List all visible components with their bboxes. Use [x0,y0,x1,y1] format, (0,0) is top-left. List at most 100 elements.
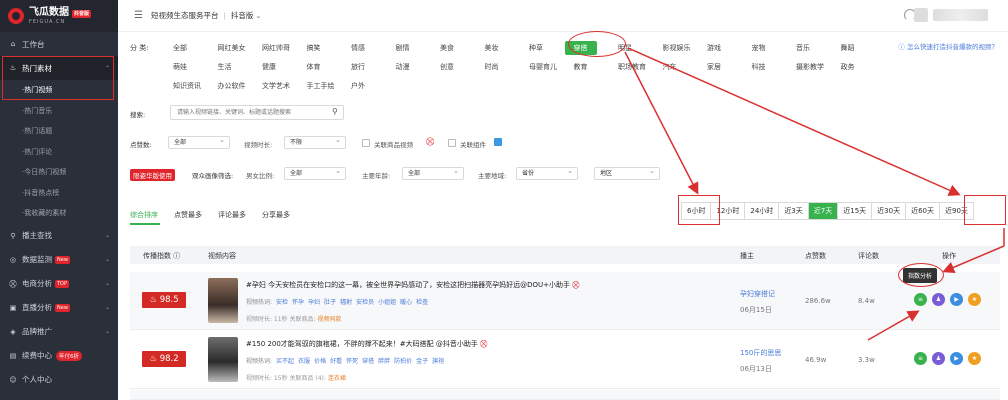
help-link[interactable]: ⓘ 怎么快速打造抖音爆款的视频？ [898,41,998,51]
sidebar-item-ecommerce[interactable]: ⛒ 电商分析 TOP ⌄ [0,272,118,296]
video-tag[interactable]: 检查 [416,299,428,306]
video-tag[interactable]: 安检 [276,299,288,306]
category-1-5[interactable]: 动漫 [396,62,410,72]
table-row[interactable]: ♨ 98.5 #孕妇 今天安检员在安检口的这一幕，被全世界孕妈感动了，安检这把扫… [130,272,1000,330]
video-tag[interactable]: 胖胖 [378,358,390,365]
tab-most-comments[interactable]: 评论最多 [218,210,246,220]
time-range-2[interactable]: 24小时 [745,203,780,219]
time-range-4[interactable]: 近7天 [808,203,839,219]
video-tag[interactable]: 暖心 [400,299,412,306]
sidebar-item-profile[interactable]: ☺ 个人中心 [0,368,118,392]
category-2-4[interactable]: 户外 [351,81,365,91]
video-tag[interactable]: 旗袍 [432,358,444,365]
sidebar-item-live[interactable]: ▣ 直播分析 New ⌄ [0,296,118,320]
category-2-2[interactable]: 文学艺术 [262,81,290,91]
sidebar-item-renew[interactable]: ▤ 续费中心 年付6折 [0,344,118,368]
play-button[interactable]: ▶ [950,352,963,365]
favorite-button[interactable]: ★ [968,293,981,306]
category-2-3[interactable]: 手工手绘 [307,81,335,91]
video-tag[interactable]: 金子 [416,358,428,365]
index-analysis-button[interactable]: ≡ [914,352,927,365]
sidebar-item-creator-search[interactable]: ⚲ 播主查找 ⌄ [0,224,118,248]
category-0-6[interactable]: 美食 [440,43,454,53]
sidebar-subitem-hot-topic[interactable]: · 热门话题 [0,121,118,142]
goods-checkbox[interactable] [362,139,370,147]
table-row[interactable]: ♨ 98.2 #150 200才能驾驭的旗袍裙，不胖的撑不起来！#大码搭配 @抖… [130,331,1000,389]
table-row[interactable] [130,390,1000,400]
category-2-0[interactable]: 知识资讯 [173,81,201,91]
video-tag[interactable]: 防拍价 [394,358,412,365]
menu-icon[interactable]: ☰ [134,10,143,21]
video-tag[interactable]: 怀孕 [292,299,304,306]
sidebar-subitem-today-video[interactable]: · 今日热门视频 [0,162,118,183]
category-1-4[interactable]: 旅行 [351,62,365,72]
sidebar-subitem-hotspot-list[interactable]: · 抖音热点榜 [0,183,118,204]
video-tag[interactable]: 肚子 [324,299,336,306]
sidebar-item-monitor[interactable]: ◎ 数据监测 New ⌄ [0,248,118,272]
brand-logo[interactable]: 飞瓜数据 抖音版 FEIGUA.CN [0,0,118,32]
play-button[interactable]: ▶ [950,293,963,306]
index-analysis-button[interactable]: ≡ [914,293,927,306]
city-select[interactable]: 地区 [594,166,660,180]
category-1-11[interactable]: 汽车 [663,62,677,72]
category-1-15[interactable]: 政务 [841,62,855,72]
favorite-button[interactable]: ★ [968,352,981,365]
category-1-13[interactable]: 科技 [752,62,766,72]
category-0-1[interactable]: 网红美女 [218,43,246,53]
category-1-1[interactable]: 生活 [218,62,232,72]
meta-link[interactable]: 连衣裙 [328,375,346,382]
category-0-4[interactable]: 情感 [351,43,365,53]
author-name[interactable]: 150斤的思思 [740,348,781,358]
category-1-7[interactable]: 时尚 [485,62,499,72]
gender-select[interactable]: 全部 [284,166,346,180]
search-icon[interactable]: ⚲ [332,107,338,116]
time-range-7[interactable]: 近60天 [906,203,941,219]
sidebar-subitem-hot-comment[interactable]: · 热门评论 [0,142,118,163]
video-thumbnail[interactable] [208,337,238,382]
video-tag[interactable]: 价格 [314,358,326,365]
video-tag[interactable]: 怀死 [346,358,358,365]
category-0-2[interactable]: 网红帅哥 [262,43,290,53]
video-tag[interactable]: 辐射 [340,299,352,306]
category-0-11[interactable]: 影视娱乐 [663,43,691,53]
tab-overall[interactable]: 综合排序 [130,210,158,220]
video-tag[interactable]: 孕妇 [308,299,320,306]
category-0-8[interactable]: 种草 [529,43,543,53]
category-2-1[interactable]: 办公软件 [218,81,246,91]
age-select[interactable]: 全部 [402,166,464,180]
version-switcher[interactable]: 抖音版 [231,10,254,21]
sidebar-item-workbench[interactable]: ⌂ 工作台 [0,32,118,56]
category-1-0[interactable]: 萌娃 [173,62,187,72]
audience-button[interactable]: ♟ [932,352,945,365]
sidebar-subitem-hot-music[interactable]: · 热门音乐 [0,101,118,122]
tab-most-shares[interactable]: 分享最多 [262,210,290,220]
video-tag[interactable]: 穿搭 [362,358,374,365]
category-1-12[interactable]: 家居 [707,62,721,72]
category-1-6[interactable]: 创意 [440,62,454,72]
province-select[interactable]: 省份 [516,166,578,180]
component-checkbox[interactable] [448,139,456,147]
time-range-6[interactable]: 近30天 [872,203,907,219]
sidebar-subitem-favorites[interactable]: · 我收藏的素材 [0,203,118,224]
category-0-5[interactable]: 剧情 [396,43,410,53]
category-0-15[interactable]: 舞蹈 [841,43,855,53]
time-range-5[interactable]: 近15天 [838,203,873,219]
tab-most-likes[interactable]: 点赞最多 [174,210,202,220]
video-thumbnail[interactable] [208,278,238,323]
avatar[interactable] [914,8,928,22]
category-1-3[interactable]: 体育 [307,62,321,72]
category-1-10[interactable]: 职场教育 [618,62,646,72]
category-1-14[interactable]: 摄影教学 [796,62,824,72]
time-range-3[interactable]: 近3天 [779,203,809,219]
likes-select[interactable]: 全部 [168,135,230,149]
author-name[interactable]: 孕妇穿搭记 [740,289,775,299]
category-0-0[interactable]: 全部 [173,43,187,53]
video-tag[interactable]: 小姐姐 [378,299,396,306]
sidebar-item-brand[interactable]: ◈ 品牌推广 ⌄ [0,320,118,344]
category-0-12[interactable]: 游戏 [707,43,721,53]
video-title[interactable]: #孕妇 今天安检员在安检口的这一幕，被全世界孕妈感动了，安检这把扫描器亮孕妈好远… [246,280,579,290]
category-0-14[interactable]: 音乐 [796,43,810,53]
category-1-2[interactable]: 健康 [262,62,276,72]
video-tag[interactable]: 衣服 [298,358,310,365]
category-0-13[interactable]: 宠物 [752,43,766,53]
